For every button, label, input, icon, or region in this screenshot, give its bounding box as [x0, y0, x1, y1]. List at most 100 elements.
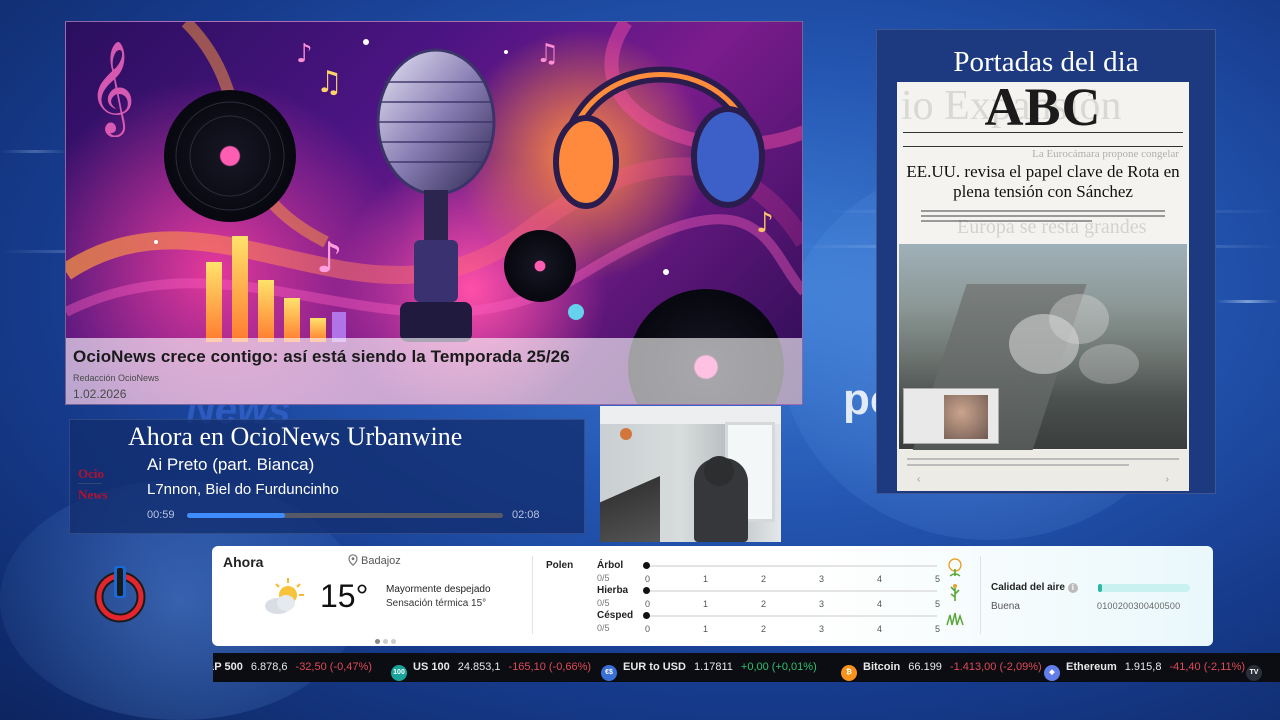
lawn-icon [945, 607, 965, 627]
weather-description: Mayormente despejado [386, 584, 491, 595]
location-pin-icon [348, 554, 358, 567]
pollen-row: Hierba 0/5 0 1 2 3 4 5 [597, 584, 960, 612]
total-time: 02:08 [512, 509, 540, 521]
pollen-scale-tick: 3 [819, 599, 825, 609]
info-icon[interactable]: i [1067, 583, 1078, 593]
pollen-row: Árbol 0/5 0 1 2 3 4 5 [597, 558, 962, 587]
pollen-scale-tick: 1 [703, 624, 709, 634]
pollen-name: Hierba [597, 585, 629, 596]
hero-news-card[interactable]: 𝄞 ♪ ♫ ♪ ♫ ♪ OcioNews crece contigo: así … [65, 21, 803, 405]
ticker-badge-icon: TV [1246, 665, 1262, 681]
air-quality-label: Calidad del aire [991, 582, 1065, 593]
pollen-scale-tick: 1 [703, 574, 709, 584]
weather-carousel-dots[interactable] [375, 631, 399, 649]
newspaper-masthead: ABC [984, 82, 1102, 137]
svg-text:♪: ♪ [756, 206, 774, 239]
divider [532, 556, 533, 634]
song-progress-fill [187, 513, 285, 518]
pollen-scale-tick: 5 [935, 624, 941, 634]
front-pages-widget[interactable]: Portadas del dia io Expansión ABC La Eur… [876, 29, 1216, 494]
carousel-dot[interactable] [375, 639, 380, 644]
svg-text:♫: ♫ [536, 39, 559, 69]
ticker-item[interactable]: ₿ Bitcoin 66.199 -1.413,00 (-2,09%) [841, 653, 1042, 682]
ticker-badge-icon: ₿ [841, 665, 857, 681]
station-logo: Ocio ———— News [78, 467, 128, 507]
ticker-name: Ethereum [1066, 661, 1117, 673]
newspaper-ghost-headline: Europa se resta grandes [957, 216, 1147, 238]
air-quality-value: Buena [991, 601, 1020, 612]
pollen-value: 0/5 [597, 598, 610, 608]
power-icon[interactable] [93, 564, 147, 624]
newspaper-rule [903, 146, 1183, 147]
now-playing-widget: Ahora en OcioNews Urbanwine Ocio ———— Ne… [69, 419, 585, 534]
hero-title[interactable]: OcioNews crece contigo: así está siendo … [73, 347, 795, 367]
pollen-scale-tick: 5 [935, 599, 941, 609]
ticker-change: -41,40 (-2,11%) [1169, 661, 1246, 673]
ticker-value: 66.199 [908, 661, 942, 673]
pollen-level-dot [643, 612, 650, 619]
hero-date: 1.02.2026 [73, 387, 127, 401]
ticker-badge-icon: ◆ [1044, 665, 1060, 681]
ticker-badge-icon: 100 [391, 665, 407, 681]
pollen-track [645, 615, 937, 617]
weather-panel: Ahora Badajoz 15° Mayormente despejado S… [212, 546, 1213, 646]
pollen-level-dot [643, 587, 650, 594]
now-playing-heading: Ahora en OcioNews Urbanwine [128, 422, 463, 451]
air-quality-bar [1098, 584, 1190, 592]
ticker-name: S&P 500 [213, 661, 243, 673]
elapsed-time: 00:59 [147, 509, 175, 521]
pollen-scale-tick: 4 [877, 624, 883, 634]
pollen-scale-tick: 0 [645, 574, 651, 584]
pollen-scale-tick: 2 [761, 599, 767, 609]
partly-sunny-icon [265, 578, 304, 614]
pollen-scale-tick: 0 [645, 624, 651, 634]
carousel-dot[interactable] [383, 639, 388, 644]
background-streak [0, 150, 70, 153]
pollen-value: 0/5 [597, 623, 610, 633]
pollen-level-dot [643, 562, 650, 569]
newspaper-inset-photo [903, 388, 999, 444]
ticker-item[interactable]: 100 US 100 24.853,1 -165,10 (-0,66%) [391, 653, 591, 682]
pollen-scale-tick: 3 [819, 624, 825, 634]
ticker-name: EUR to USD [623, 661, 686, 673]
pollen-row: Césped 0/5 0 1 2 3 4 5 [597, 610, 964, 637]
prev-cover-button[interactable]: ‹ [917, 474, 920, 485]
carousel-dot[interactable] [391, 639, 396, 644]
grass-icon [945, 582, 965, 602]
tree-icon [945, 557, 965, 577]
webcam-feed [600, 406, 781, 542]
weather-location: Badajoz [348, 554, 401, 567]
background-streak [1216, 300, 1280, 303]
air-quality-scale: 0100200300400500 [1097, 601, 1181, 611]
newspaper-footer [897, 450, 1189, 491]
svg-text:♫: ♫ [316, 65, 343, 100]
air-quality-fill [1098, 584, 1102, 592]
ticker-item[interactable]: ◆ Ethereum 1.915,8 -41,40 (-2,11%) [1044, 653, 1245, 682]
ticker-value: 24.853,1 [457, 661, 501, 673]
weather-now-label: Ahora [223, 554, 264, 570]
ticker-item[interactable]: €$ EUR to USD 1.17811 +0,00 (+0,01%) [601, 653, 817, 682]
pollen-scale-tick: 5 [935, 574, 941, 584]
newspaper-kicker: La Eurocámara propone congelar [1032, 148, 1179, 160]
pollen-scale-tick: 1 [703, 599, 709, 609]
svg-text:𝄞: 𝄞 [88, 40, 135, 137]
ticker-item[interactable]: TV [1246, 653, 1268, 682]
song-progress-bar [187, 513, 503, 518]
newspaper-cover[interactable]: io Expansión ABC La Eurocámara propone c… [897, 82, 1189, 491]
newspaper-rule [903, 132, 1183, 133]
hero-caption[interactable]: OcioNews crece contigo: así está siendo … [66, 338, 802, 404]
next-cover-button[interactable]: › [1166, 474, 1169, 485]
weather-temperature: 15° [320, 578, 369, 614]
ticker-change: -1.413,00 (-2,09%) [949, 661, 1042, 673]
pollen-title: Polen [546, 560, 574, 571]
ticker-item[interactable]: S&P 500 6.878,6 -32,50 (-0,47%) [213, 653, 372, 682]
weather-location-name: Badajoz [361, 555, 401, 567]
pollen-scale-tick: 4 [877, 599, 883, 609]
pollen-scale-tick: 4 [877, 574, 883, 584]
song-title: Ai Preto (part. Bianca) [147, 455, 315, 474]
air-quality-title: Calidad del aire i [991, 582, 1078, 593]
ticker-name: US 100 [413, 661, 450, 673]
pollen-scale-tick: 0 [645, 599, 651, 609]
svg-text:♪: ♪ [316, 233, 343, 282]
station-logo-bottom: News [78, 487, 108, 502]
